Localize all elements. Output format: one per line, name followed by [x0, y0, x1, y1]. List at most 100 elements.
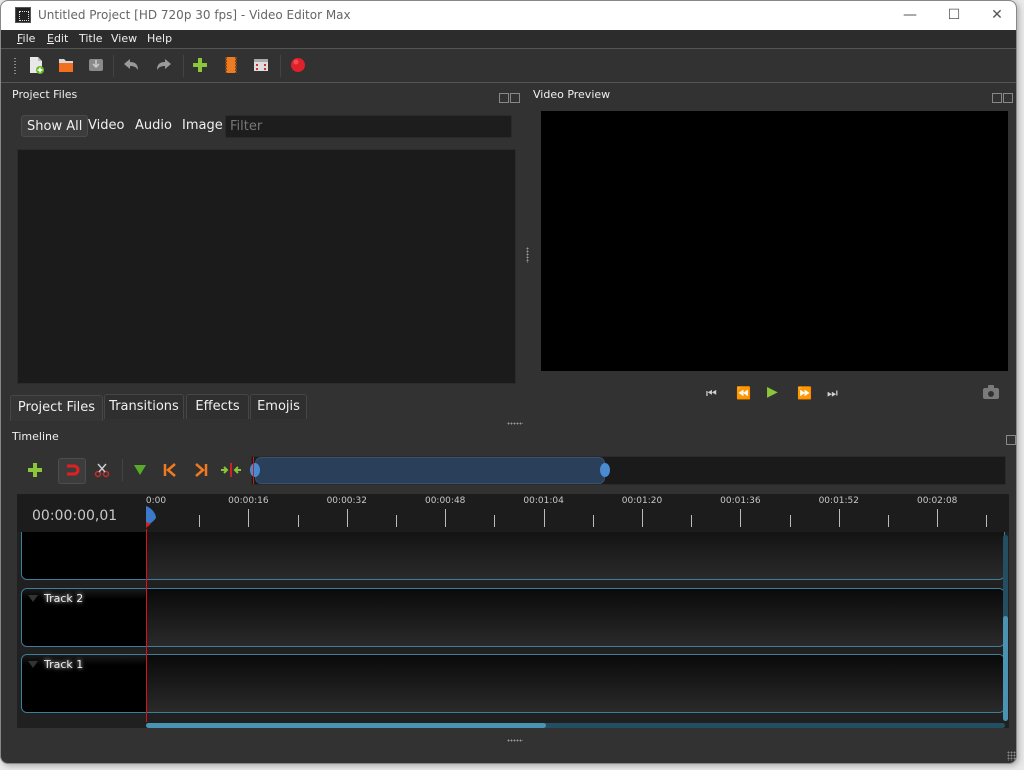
dock-splitter-vertical[interactable] — [526, 247, 529, 263]
ruler-major-tick — [248, 509, 250, 527]
tracks-area: Track 3 Track 2 Track 1 — [17, 532, 1009, 728]
track-header[interactable]: Track 1 — [22, 655, 146, 712]
track-body[interactable] — [146, 655, 1004, 712]
ruler-minor-tick — [396, 515, 397, 527]
float-dock-icon[interactable] — [992, 93, 1002, 103]
zoom-range-end-handle[interactable] — [600, 463, 610, 477]
save-project-icon[interactable] — [87, 56, 105, 74]
toolbar-separator — [122, 459, 123, 481]
ruler-major-tick — [543, 509, 545, 527]
ruler-tick-label: 00:00:32 — [326, 496, 368, 506]
undo-icon[interactable] — [122, 56, 140, 74]
razor-scissors-icon[interactable] — [94, 462, 110, 478]
project-files-list[interactable] — [17, 149, 516, 384]
ruler-tick-label: 00:01:20 — [621, 496, 663, 506]
fullscreen-icon[interactable] — [252, 56, 270, 74]
open-project-icon[interactable] — [57, 56, 75, 74]
collapse-arrow-icon[interactable] — [28, 661, 38, 668]
new-project-icon[interactable] — [27, 56, 45, 74]
maximize-button[interactable]: ☐ — [932, 1, 976, 30]
import-files-icon[interactable] — [191, 56, 209, 74]
minimize-button[interactable]: — — [888, 1, 932, 30]
title-bar: Untitled Project [HD 720p 30 fps] - Vide… — [1, 1, 1016, 30]
filter-image-button[interactable]: Image — [177, 115, 228, 137]
rewind-button[interactable]: ⏪ — [736, 386, 751, 400]
ruler-minor-tick — [297, 515, 299, 527]
ruler-minor-tick — [494, 515, 496, 527]
float-dock-icon[interactable] — [499, 93, 509, 103]
close-dock-icon[interactable] — [1003, 93, 1013, 103]
camera-snapshot-icon[interactable] — [983, 385, 999, 399]
dock-splitter-horizontal[interactable] — [507, 422, 523, 425]
track-header[interactable]: Track 3 — [22, 532, 146, 579]
window-title: Untitled Project [HD 720p 30 fps] - Vide… — [38, 8, 351, 22]
playhead-marker-icon[interactable] — [145, 506, 157, 528]
ruler-tick-label: 00:01:52 — [818, 496, 860, 506]
ruler-major-tick — [445, 509, 447, 527]
menu-file[interactable]: File — [17, 32, 35, 45]
ruler-minor-tick — [691, 515, 693, 527]
ruler-major-tick — [740, 509, 742, 527]
zoom-range-start-handle[interactable] — [250, 463, 260, 477]
ruler-major-tick — [838, 509, 840, 527]
ruler-minor-tick — [199, 515, 201, 527]
previous-marker-icon[interactable] — [162, 462, 178, 478]
menu-help[interactable]: Help — [147, 32, 172, 45]
project-files-dock-buttons — [499, 88, 521, 103]
filter-input[interactable] — [225, 115, 512, 138]
track-body[interactable] — [146, 532, 1004, 579]
jump-to-end-button[interactable]: ⏭ — [827, 386, 838, 401]
tab-project-files[interactable]: Project Files — [10, 395, 103, 421]
collapse-arrow-icon[interactable] — [28, 595, 38, 602]
jump-to-start-button[interactable]: ⏮ — [706, 386, 717, 401]
track-name: Track 2 — [44, 592, 84, 605]
filter-video-button[interactable]: Video — [83, 115, 129, 137]
filter-audio-button[interactable]: Audio — [130, 115, 177, 137]
app-window: Untitled Project [HD 720p 30 fps] - Vide… — [0, 0, 1017, 764]
menu-view[interactable]: View — [111, 32, 137, 45]
next-marker-icon[interactable] — [193, 462, 209, 478]
track-name: Track 1 — [44, 658, 84, 671]
ruler-major-tick — [346, 509, 348, 527]
export-video-icon[interactable] — [289, 56, 307, 74]
track-body[interactable] — [146, 589, 1004, 646]
horizontal-scroll-thumb[interactable] — [146, 723, 546, 728]
add-marker-icon[interactable] — [132, 462, 148, 478]
tab-effects[interactable]: Effects — [186, 394, 249, 419]
snap-toggle-button[interactable] — [58, 458, 86, 484]
tab-emojis[interactable]: Emojis — [250, 394, 307, 419]
timeline-zoom-range[interactable] — [255, 457, 605, 484]
ruler-tick-label: 00:00:16 — [228, 496, 269, 506]
center-on-playhead-icon[interactable] — [220, 462, 242, 478]
close-button[interactable]: ✕ — [975, 1, 1016, 30]
timeline-dock-buttons — [1006, 430, 1016, 445]
tab-transitions[interactable]: Transitions — [104, 394, 184, 419]
redo-icon[interactable] — [155, 56, 173, 74]
window-resize-grip[interactable] — [1007, 751, 1016, 761]
fast-forward-button[interactable]: ⏩ — [797, 386, 812, 400]
playhead-line[interactable] — [146, 529, 147, 722]
toolbar-grip-handle[interactable] — [13, 57, 17, 75]
menu-edit[interactable]: Edit — [47, 32, 68, 45]
play-button[interactable]: ▶ — [767, 384, 778, 400]
ruler-major-tick — [937, 509, 939, 527]
float-dock-icon[interactable] — [1006, 435, 1016, 445]
dock-splitter-horizontal[interactable] — [507, 739, 523, 742]
choose-profile-icon[interactable] — [222, 56, 240, 74]
filter-show-all-button[interactable]: Show All — [21, 115, 89, 137]
track-header[interactable]: Track 2 — [22, 589, 146, 646]
vertical-scroll-thumb[interactable] — [1003, 616, 1008, 721]
video-preview-screen[interactable] — [541, 111, 1008, 371]
track-2[interactable]: Track 2 — [21, 588, 1005, 647]
ruler-minor-tick — [789, 515, 791, 527]
video-preview-dock-title: Video Preview — [533, 88, 611, 101]
add-track-icon[interactable] — [27, 462, 43, 478]
current-timecode: 00:00:00,01 — [32, 508, 118, 524]
track-1[interactable]: Track 1 — [21, 654, 1005, 713]
toolbar-separator — [183, 55, 184, 77]
menu-title[interactable]: Title — [79, 32, 103, 45]
track-3[interactable]: Track 3 — [21, 532, 1005, 580]
timeline-dock-title: Timeline — [12, 430, 59, 443]
close-dock-icon[interactable] — [510, 93, 520, 103]
ruler-major-tick — [642, 509, 643, 527]
